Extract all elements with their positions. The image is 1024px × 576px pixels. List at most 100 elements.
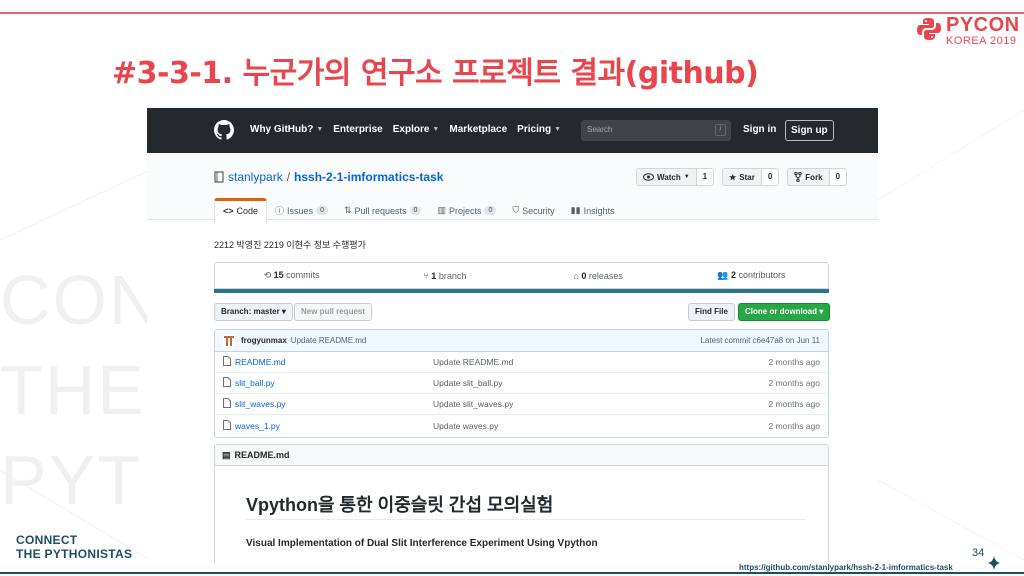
python-logo-icon xyxy=(917,18,941,40)
tab-projects[interactable]: ▥ Projects 0 xyxy=(429,198,504,224)
file-age: 2 months ago xyxy=(768,399,820,409)
branch-count: 1 xyxy=(431,270,437,281)
nav-enterprise[interactable]: Enterprise xyxy=(333,124,382,135)
file-name-link[interactable]: README.md xyxy=(235,357,435,367)
file-commit-message[interactable]: Update README.md xyxy=(433,357,513,367)
star-count[interactable]: 0 xyxy=(761,169,779,185)
caret-down-icon: ▼ xyxy=(554,126,562,133)
repo-path-separator: / xyxy=(286,170,291,184)
tab-issues[interactable]: ⓘ Issues 0 xyxy=(267,198,336,224)
star-button[interactable]: ★ Star 0 xyxy=(722,168,780,186)
file-commit-message[interactable]: Update waves.py xyxy=(433,421,498,431)
project-icon: ▥ xyxy=(437,205,446,215)
releases-link[interactable]: ⌂ 0 releases xyxy=(522,271,675,281)
pycon-subtitle: KOREA 2019 xyxy=(946,35,1017,47)
readme-heading: Vpython을 통한 이중슬릿 간섭 모의실험 xyxy=(246,495,554,515)
watch-button[interactable]: Watch ▼ 1 xyxy=(636,168,715,186)
new-pull-request-button[interactable]: New pull request xyxy=(294,303,373,321)
readme-subheading: Visual Implementation of Dual Slit Inter… xyxy=(246,538,598,549)
file-name-link[interactable]: slit_ball.py xyxy=(235,378,435,388)
connect-tagline: CONNECT THE PYTHONISTAS xyxy=(16,533,132,561)
tab-label: Code xyxy=(236,206,259,216)
shield-icon: ⛉ xyxy=(512,205,520,215)
github-header: Why GitHub? ▼ Enterprise Explore ▼ Marketp… xyxy=(147,108,878,153)
fork-count[interactable]: 0 xyxy=(829,169,847,185)
tab-security[interactable]: ⛉ Security xyxy=(504,198,562,224)
fork-button[interactable]: Fork 0 xyxy=(787,168,848,186)
commit-author[interactable]: frogyunmax xyxy=(241,336,287,345)
caret-down-icon: ▼ xyxy=(316,126,324,133)
fork-icon xyxy=(794,172,802,182)
table-row: waves_1.py Update waves.py 2 months ago xyxy=(215,415,828,436)
watch-text: Watch xyxy=(657,172,681,182)
tab-label: Issues xyxy=(287,205,314,216)
repo-owner-link[interactable]: stanlypark xyxy=(228,170,283,184)
file-age: 2 months ago xyxy=(768,420,820,431)
slide-title: #3-3-1. 누군가의 연구소 프로젝트 결과(github) xyxy=(112,56,759,91)
tab-count: 0 xyxy=(409,206,422,215)
nav-why-github[interactable]: Why GitHub? ▼ xyxy=(250,124,323,135)
readme-title: README.md xyxy=(234,450,290,460)
contributors-count: 2 xyxy=(730,270,736,280)
people-icon: 👥 xyxy=(717,270,729,280)
nav-label: Enterprise xyxy=(333,124,383,135)
sign-in-link[interactable]: Sign in xyxy=(743,124,776,135)
tag-icon: ⌂ xyxy=(573,270,579,281)
tab-count: 0 xyxy=(316,206,328,215)
latest-commit-info[interactable]: Latest commit c6e47a8 on Jun 11 xyxy=(701,336,820,345)
tab-insights[interactable]: ▮▮ Insights xyxy=(563,198,623,224)
commits-count: 15 xyxy=(273,270,284,280)
file-commit-message[interactable]: Update slit_waves.py xyxy=(433,399,513,409)
avatar[interactable] xyxy=(223,334,235,347)
contributors-link[interactable]: 👥 2 contributors xyxy=(675,270,828,281)
star-icon: ★ xyxy=(729,172,737,182)
clone-download-button[interactable]: Clone or download ▾ xyxy=(738,303,831,321)
file-icon xyxy=(223,356,231,368)
readme-header: ▤ README.md xyxy=(215,445,828,466)
table-row: slit_ball.py Update slit_ball.py 2 month… xyxy=(215,373,828,394)
commit-message[interactable]: Update README.md xyxy=(291,336,367,345)
file-icon xyxy=(223,377,231,389)
repo-actions: Watch ▼ 1 ★ Star 0 Fork 0 xyxy=(636,168,848,186)
file-name-link[interactable]: waves_1.py xyxy=(235,421,435,431)
pycon-logo: PYCON KOREA 2019 xyxy=(916,14,1019,47)
issue-icon: ⓘ xyxy=(275,206,285,216)
branches-link[interactable]: ⑂ 1 branch xyxy=(368,271,521,281)
watch-label: Watch ▼ xyxy=(637,169,697,185)
file-commit-message[interactable]: Update slit_ball.py xyxy=(433,378,502,388)
connect-line-2: THE PYTHONISTAS xyxy=(16,547,133,561)
sign-up-button[interactable]: Sign up xyxy=(785,120,834,141)
find-file-button[interactable]: Find File xyxy=(688,303,735,321)
repo-description: 2212 박영진 2219 이현수 정보 수행평가 xyxy=(214,240,366,250)
tab-label: Pull requests xyxy=(354,205,407,216)
commits-link[interactable]: ⟲ 15 commits xyxy=(215,270,368,281)
tab-pull-requests[interactable]: ⇅ Pull requests 0 xyxy=(336,198,429,224)
nav-marketplace[interactable]: Marketplace xyxy=(449,124,507,135)
branch-icon: ⑂ xyxy=(423,270,429,281)
branch-select-button[interactable]: Branch: master ▾ xyxy=(214,303,293,321)
repo-name-link[interactable]: hssh-2-1-imformatics-task xyxy=(294,170,443,184)
bottom-rule xyxy=(0,572,1024,574)
repo-title: stanlypark / hssh-2-1-imformatics-task xyxy=(214,170,443,184)
book-icon: ▤ xyxy=(222,449,231,460)
file-icon xyxy=(223,419,231,432)
caret-down-icon: ▼ xyxy=(432,126,440,133)
file-icon xyxy=(223,398,231,410)
readme-divider xyxy=(246,519,806,520)
repo-header: stanlypark / hssh-2-1-imformatics-task W… xyxy=(147,153,878,224)
releases-label: releases xyxy=(588,270,623,281)
nav-pricing[interactable]: Pricing ▼ xyxy=(517,124,561,135)
tab-code[interactable]: <> Code xyxy=(214,198,268,224)
caret-down-icon: ▼ xyxy=(683,174,690,180)
search-input[interactable]: Search / xyxy=(581,120,731,141)
github-octocat-icon[interactable] xyxy=(214,120,234,140)
eye-icon xyxy=(643,173,654,181)
nav-explore[interactable]: Explore ▼ xyxy=(393,124,440,135)
tab-label: Projects xyxy=(448,205,482,216)
star-text: Star xyxy=(739,172,755,182)
watch-count[interactable]: 1 xyxy=(696,169,714,185)
source-url: https://github.com/stanlypark/hssh-2-1-i… xyxy=(739,563,953,572)
file-name-link[interactable]: slit_waves.py xyxy=(235,399,435,409)
tab-label: Security xyxy=(522,205,555,216)
latest-commit-row: frogyunmax Update README.md Latest commi… xyxy=(215,330,828,352)
